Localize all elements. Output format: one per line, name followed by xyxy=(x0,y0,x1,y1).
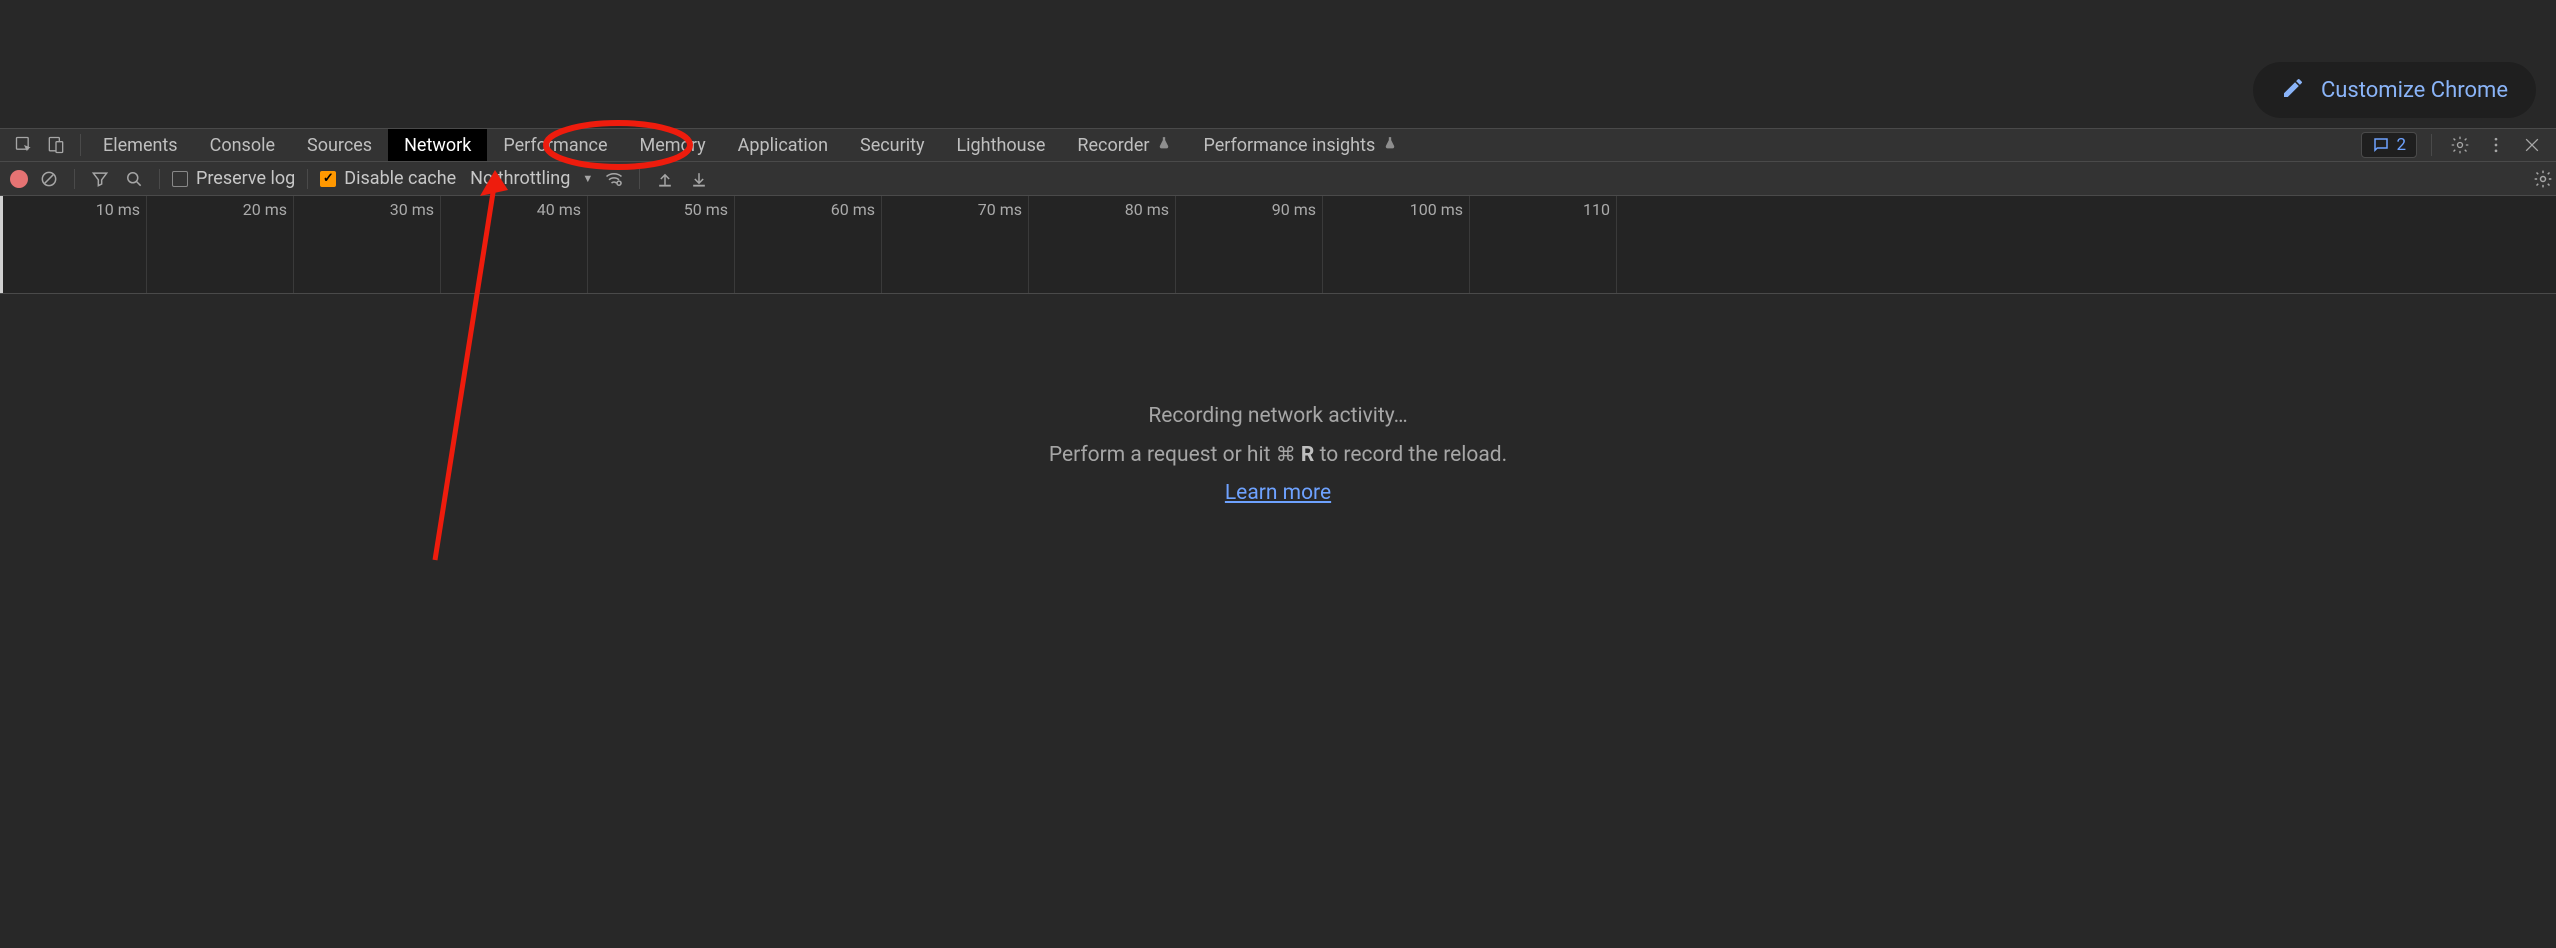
divider xyxy=(307,169,308,189)
tab-label: Security xyxy=(860,135,924,156)
tab-label: Lighthouse xyxy=(956,135,1045,156)
throttling-select[interactable]: No throttling ▼ xyxy=(464,168,593,189)
timeline-tick: 30 ms xyxy=(294,196,441,293)
tab-label: Sources xyxy=(307,135,372,156)
preserve-log-label: Preserve log xyxy=(196,168,295,189)
chevron-down-icon: ▼ xyxy=(582,172,593,185)
tab-sources[interactable]: Sources xyxy=(291,129,388,161)
timeline-tick: 110 xyxy=(1470,196,1617,293)
devtools-tabs-bar: Elements Console Sources Network Performance… xyxy=(0,128,2556,162)
tab-lighthouse[interactable]: Lighthouse xyxy=(940,129,1061,161)
tab-label: Performance insights xyxy=(1203,135,1375,156)
inspect-element-icon[interactable] xyxy=(10,131,38,159)
settings-icon[interactable] xyxy=(2446,131,2474,159)
network-conditions-icon[interactable] xyxy=(601,166,627,192)
console-messages-badge[interactable]: 2 xyxy=(2361,132,2417,158)
learn-more-link[interactable]: Learn more xyxy=(1225,481,1331,505)
experimental-icon xyxy=(1157,136,1171,154)
recording-status-text: Recording network activity… xyxy=(1148,404,1407,428)
timeline-tick: 90 ms xyxy=(1176,196,1323,293)
tab-security[interactable]: Security xyxy=(844,129,940,161)
tab-console[interactable]: Console xyxy=(194,129,291,161)
timeline-tick-label: 70 ms xyxy=(978,200,1022,219)
tab-elements[interactable]: Elements xyxy=(87,129,194,161)
close-icon[interactable] xyxy=(2518,131,2546,159)
tab-label: Performance xyxy=(503,135,607,156)
timeline-tick-label: 100 ms xyxy=(1410,200,1463,219)
divider xyxy=(80,134,81,156)
search-icon[interactable] xyxy=(121,166,147,192)
export-har-icon[interactable] xyxy=(686,166,712,192)
tab-application[interactable]: Application xyxy=(722,129,844,161)
network-toolbar: Preserve log Disable cache No throttling… xyxy=(0,162,2556,196)
tab-label: Elements xyxy=(103,135,178,156)
customize-chrome-label: Customize Chrome xyxy=(2321,78,2508,103)
timeline-tick-label: 30 ms xyxy=(390,200,434,219)
disable-cache-checkbox[interactable]: Disable cache xyxy=(320,168,456,189)
timeline-tick: 60 ms xyxy=(735,196,882,293)
import-har-icon[interactable] xyxy=(652,166,678,192)
console-messages-count: 2 xyxy=(2396,135,2406,155)
customize-chrome-button[interactable]: Customize Chrome xyxy=(2253,62,2536,118)
divider xyxy=(2431,134,2432,156)
divider xyxy=(639,169,640,189)
timeline-tick-label: 60 ms xyxy=(831,200,875,219)
filter-icon[interactable] xyxy=(87,166,113,192)
divider xyxy=(159,169,160,189)
tab-memory[interactable]: Memory xyxy=(624,129,722,161)
tab-label: Recorder xyxy=(1077,135,1149,156)
checkbox-icon xyxy=(172,171,188,187)
timeline-overview[interactable]: 10 ms 20 ms 30 ms 40 ms 50 ms 60 ms 70 ms 80 ms… xyxy=(0,196,2556,294)
checkbox-icon xyxy=(320,171,336,187)
network-empty-state: Recording network activity… Perform a re… xyxy=(0,294,2556,948)
timeline-tick-label: 80 ms xyxy=(1125,200,1169,219)
tabs-list: Elements Console Sources Network Performance… xyxy=(87,129,1413,161)
throttling-label: No throttling xyxy=(470,168,570,189)
timeline-tick: 80 ms xyxy=(1029,196,1176,293)
timeline-tick: 70 ms xyxy=(882,196,1029,293)
more-menu-icon[interactable] xyxy=(2482,131,2510,159)
tab-label: Console xyxy=(210,135,275,156)
reload-hint-text: Perform a request or hit ⌘ R to record t… xyxy=(1049,442,1507,467)
browser-top-area: Customize Chrome xyxy=(0,0,2556,128)
timeline-tick: 100 ms xyxy=(1323,196,1470,293)
timeline-tick-label: 10 ms xyxy=(96,200,140,219)
tab-label: Network xyxy=(404,135,471,156)
timeline-tick: 40 ms xyxy=(441,196,588,293)
timeline-tick: 10 ms xyxy=(0,196,147,293)
tab-network[interactable]: Network xyxy=(388,129,487,161)
timeline-tick: 20 ms xyxy=(147,196,294,293)
tab-label: Memory xyxy=(640,135,706,156)
tab-label: Application xyxy=(738,135,828,156)
timeline-tick-label: 110 xyxy=(1583,200,1610,219)
tab-performance-insights[interactable]: Performance insights xyxy=(1187,129,1413,161)
experimental-icon xyxy=(1383,136,1397,154)
timeline-tick-label: 90 ms xyxy=(1272,200,1316,219)
edit-icon xyxy=(2281,76,2305,104)
timeline-tick-label: 50 ms xyxy=(684,200,728,219)
tab-recorder[interactable]: Recorder xyxy=(1061,129,1187,161)
tab-performance[interactable]: Performance xyxy=(487,129,623,161)
preserve-log-checkbox[interactable]: Preserve log xyxy=(172,168,295,189)
disable-cache-label: Disable cache xyxy=(344,168,456,189)
timeline-tick-label: 20 ms xyxy=(243,200,287,219)
timeline-tick-label: 40 ms xyxy=(537,200,581,219)
network-settings-icon[interactable] xyxy=(2530,166,2556,192)
record-button[interactable] xyxy=(10,170,28,188)
device-toolbar-icon[interactable] xyxy=(42,131,70,159)
timeline-tick: 50 ms xyxy=(588,196,735,293)
divider xyxy=(74,169,75,189)
clear-icon[interactable] xyxy=(36,166,62,192)
